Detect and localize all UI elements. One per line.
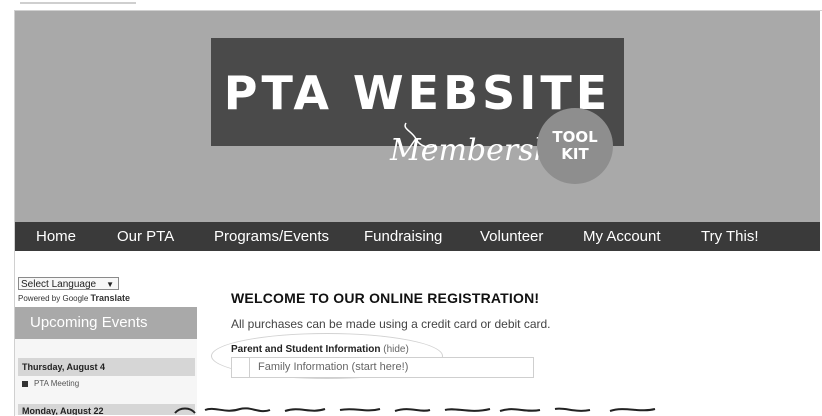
nav-try-this[interactable]: Try This! [701, 222, 759, 251]
nav-fundraising[interactable]: Fundraising [364, 222, 442, 251]
family-info-row[interactable]: Family Information (start here!) [231, 357, 534, 378]
badge-line-2: KIT [561, 145, 589, 163]
section-title: Parent and Student Information [231, 344, 381, 355]
powered-by-translate: Powered by Google Translate [18, 293, 130, 303]
google-logo-text: Google [62, 294, 89, 303]
section-label: Parent and Student Information (hide) [231, 344, 409, 355]
event-square-icon [22, 380, 28, 387]
top-strip [20, 2, 136, 10]
event-item-label: PTA Meeting [34, 379, 80, 388]
scribble-decoration [174, 407, 656, 414]
page-subtitle: All purchases can be made using a credit… [231, 317, 551, 331]
page-title: WELCOME TO OUR ONLINE REGISTRATION! [231, 290, 540, 306]
nav-our-pta[interactable]: Our PTA [117, 222, 174, 251]
hide-link[interactable]: (hide) [383, 344, 409, 355]
site-banner: PTA WEBSITE Membership TOOL KIT [15, 11, 820, 222]
chevron-down-icon: ▼ [106, 280, 114, 289]
toolkit-badge: TOOL KIT [537, 108, 613, 184]
nav-my-account[interactable]: My Account [583, 222, 661, 251]
row-divider [249, 358, 250, 377]
event-date-header: Thursday, August 4 [18, 358, 195, 376]
language-select-value: Select Language [21, 279, 97, 290]
badge-line-1: TOOL [552, 128, 598, 146]
language-select[interactable]: Select Language ▼ [18, 277, 119, 290]
nav-home[interactable]: Home [36, 222, 76, 251]
event-item[interactable]: PTA Meeting [22, 379, 79, 388]
nav-programs-events[interactable]: Programs/Events [214, 222, 329, 251]
powered-by-label: Powered by [18, 294, 61, 303]
nav-volunteer[interactable]: Volunteer [480, 222, 543, 251]
translate-link[interactable]: Translate [91, 293, 131, 303]
family-info-link[interactable]: Family Information (start here!) [258, 361, 408, 373]
upcoming-events-header: Upcoming Events [15, 307, 197, 339]
main-nav: Home Our PTA Programs/Events Fundraising… [15, 222, 820, 251]
